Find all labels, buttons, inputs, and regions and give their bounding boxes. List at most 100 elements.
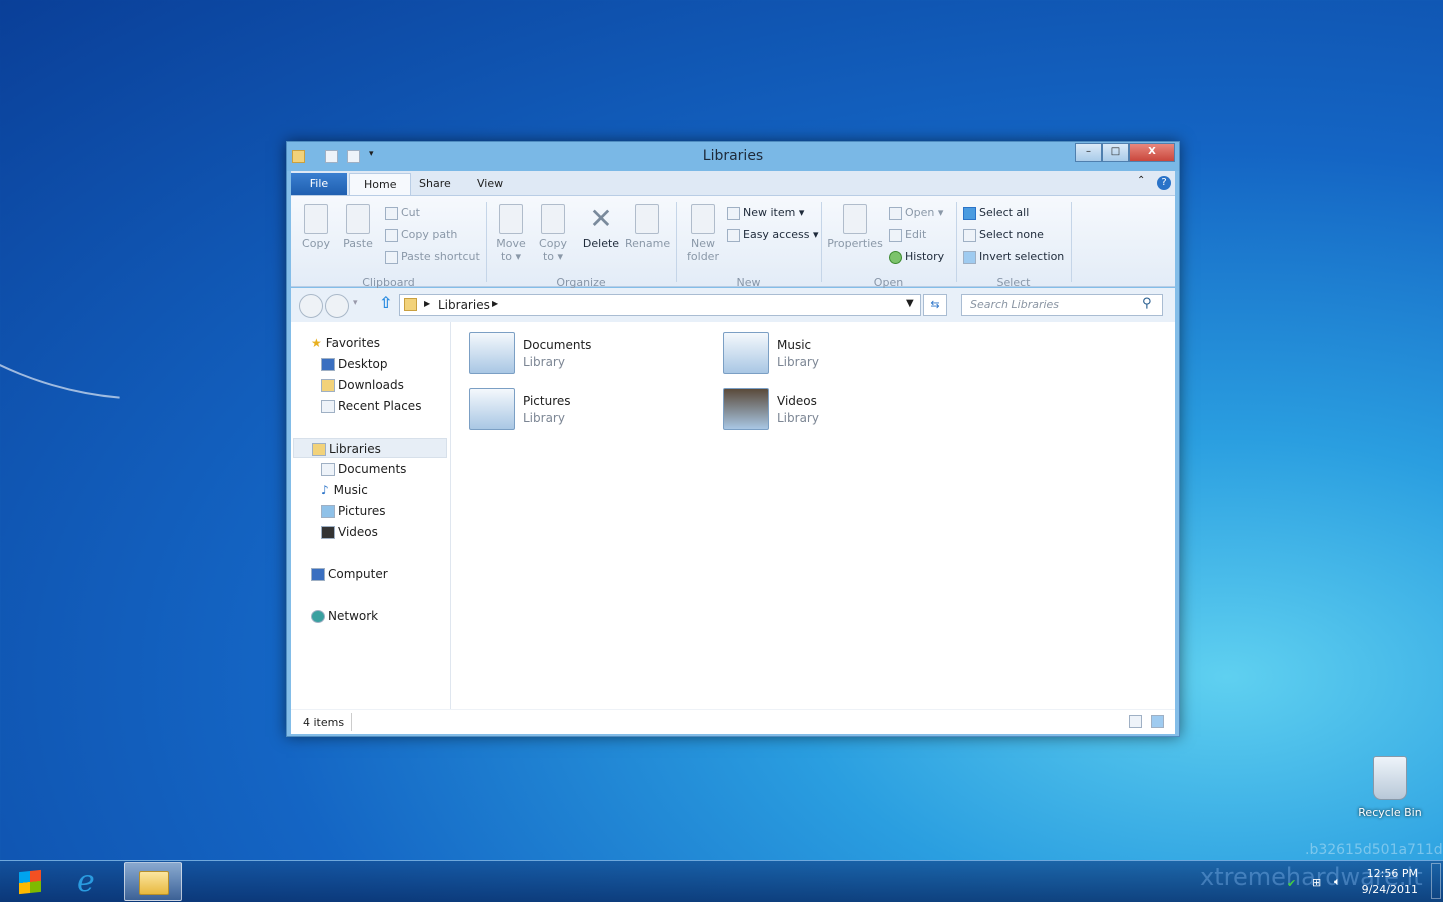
- documents-library-icon: [469, 332, 515, 374]
- nav-documents[interactable]: Documents: [321, 459, 406, 479]
- nav-pictures[interactable]: Pictures: [321, 501, 386, 521]
- breadcrumb-libraries[interactable]: Libraries: [438, 298, 490, 312]
- nav-computer[interactable]: Computer: [311, 564, 388, 584]
- explorer-window: ▾ Libraries – □ X File Home Share View ⌃…: [286, 141, 1180, 737]
- search-icon[interactable]: ⚲: [1142, 296, 1152, 311]
- internet-explorer-icon: e: [77, 864, 95, 899]
- cut-label: Cut: [401, 206, 420, 219]
- invert-selection-button[interactable]: Invert selection: [963, 250, 1064, 264]
- breadcrumb-chevron-icon[interactable]: ▶: [492, 299, 498, 308]
- open-button[interactable]: Open ▾: [889, 206, 943, 220]
- nav-label: Computer: [328, 567, 388, 581]
- clock-date: 9/24/2011: [1361, 883, 1418, 896]
- show-desktop-button[interactable]: [1431, 863, 1441, 899]
- tab-home[interactable]: Home: [349, 173, 412, 195]
- copy-button[interactable]: Copy: [299, 204, 333, 250]
- delete-button[interactable]: ✕ Delete: [581, 204, 621, 251]
- nav-network[interactable]: Network: [311, 606, 378, 626]
- edit-button[interactable]: Edit: [889, 228, 926, 242]
- paste-shortcut-label: Paste shortcut: [401, 250, 480, 263]
- copy-path-button[interactable]: Copy path: [385, 228, 457, 242]
- desktop-icon: [321, 358, 335, 371]
- move-to-button[interactable]: Move to ▾: [493, 204, 529, 263]
- pictures-library-icon: [469, 388, 515, 430]
- new-item-label: New item ▾: [743, 206, 805, 219]
- nav-label: Pictures: [338, 504, 386, 518]
- recycle-bin-icon: [1373, 756, 1407, 800]
- network-icon[interactable]: ⊞: [1312, 876, 1321, 889]
- title-bar[interactable]: ▾ Libraries – □ X: [287, 142, 1179, 171]
- action-center-icon[interactable]: ✔: [1287, 877, 1296, 890]
- easy-access-icon: [727, 228, 740, 242]
- nav-videos[interactable]: Videos: [321, 522, 378, 542]
- new-item-button[interactable]: New item ▾: [727, 206, 804, 220]
- libraries-folder-icon: [404, 298, 417, 311]
- address-box[interactable]: ▶ Libraries ▶ ▼: [399, 294, 921, 316]
- back-button[interactable]: [299, 294, 323, 318]
- library-documents[interactable]: Documents Library: [469, 330, 709, 380]
- item-count: 4 items: [303, 716, 345, 729]
- large-icons-view-icon[interactable]: [1151, 715, 1164, 728]
- volume-icon[interactable]: 🔈︎: [1334, 875, 1341, 889]
- library-type: Library: [523, 355, 565, 369]
- tab-file[interactable]: File: [291, 173, 347, 195]
- up-arrow-icon[interactable]: ⇧: [379, 293, 392, 312]
- paste-button[interactable]: Paste: [341, 204, 375, 250]
- nav-downloads[interactable]: Downloads: [321, 375, 404, 395]
- move-to-icon: [499, 204, 523, 234]
- easy-access-button[interactable]: Easy access ▾: [727, 228, 819, 242]
- help-icon[interactable]: ?: [1157, 176, 1171, 190]
- history-label: History: [905, 250, 945, 263]
- nav-favorites[interactable]: ★ Favorites: [311, 333, 380, 353]
- network-globe-icon: [311, 610, 325, 623]
- select-all-label: Select all: [979, 206, 1030, 219]
- maximize-button[interactable]: □: [1102, 143, 1129, 162]
- library-pictures[interactable]: Pictures Library: [469, 386, 709, 436]
- open-icon: [889, 206, 902, 220]
- nav-music[interactable]: ♪ Music: [321, 480, 368, 500]
- paste-shortcut-button[interactable]: Paste shortcut: [385, 250, 480, 264]
- taskbar-internet-explorer[interactable]: e: [63, 862, 121, 901]
- recent-locations-dropdown-icon[interactable]: ▾: [353, 298, 358, 308]
- move-to-label: Move: [496, 237, 526, 250]
- search-input[interactable]: Search Libraries ⚲: [961, 294, 1163, 316]
- nav-desktop[interactable]: Desktop: [321, 354, 388, 374]
- taskbar-file-explorer[interactable]: [124, 862, 182, 901]
- windows-logo-icon: [19, 869, 41, 895]
- select-none-button[interactable]: Select none: [963, 228, 1044, 242]
- new-folder-button[interactable]: New folder: [683, 204, 723, 263]
- tab-share[interactable]: Share: [405, 173, 465, 195]
- nav-recent-places[interactable]: Recent Places: [321, 396, 421, 416]
- forward-button[interactable]: [325, 294, 349, 318]
- close-button[interactable]: X: [1129, 143, 1175, 162]
- rename-button[interactable]: Rename: [625, 204, 670, 250]
- select-all-button[interactable]: Select all: [963, 206, 1029, 220]
- history-button[interactable]: History: [889, 250, 944, 264]
- address-dropdown-icon[interactable]: ▼: [906, 298, 914, 309]
- nav-label: Downloads: [338, 378, 404, 392]
- libraries-icon: [312, 443, 326, 456]
- copy-path-label: Copy path: [401, 228, 458, 241]
- easy-access-label: Easy access ▾: [743, 228, 819, 241]
- invert-selection-label: Invert selection: [979, 250, 1065, 263]
- library-music[interactable]: Music Library: [723, 330, 963, 380]
- recycle-bin-label: Recycle Bin: [1358, 806, 1422, 819]
- cut-button[interactable]: Cut: [385, 206, 420, 220]
- tab-view[interactable]: View: [463, 173, 517, 195]
- copy-to-button[interactable]: Copy to ▾: [535, 204, 571, 263]
- properties-button[interactable]: Properties: [827, 204, 883, 250]
- library-videos[interactable]: Videos Library: [723, 386, 963, 436]
- properties-icon: [843, 204, 867, 234]
- library-type: Library: [777, 355, 819, 369]
- details-view-icon[interactable]: [1129, 715, 1142, 728]
- refresh-button[interactable]: ⇆: [923, 294, 947, 316]
- minimize-ribbon-icon[interactable]: ⌃: [1137, 175, 1145, 186]
- edit-icon: [889, 228, 902, 242]
- start-button[interactable]: [2, 862, 58, 901]
- clock[interactable]: 12:56 PM 9/24/2011: [1358, 866, 1418, 898]
- nav-label: Libraries: [329, 442, 381, 456]
- recycle-bin[interactable]: Recycle Bin: [1355, 756, 1425, 819]
- search-placeholder: Search Libraries: [970, 298, 1060, 311]
- nav-libraries[interactable]: Libraries: [293, 438, 447, 458]
- minimize-button[interactable]: –: [1075, 143, 1102, 162]
